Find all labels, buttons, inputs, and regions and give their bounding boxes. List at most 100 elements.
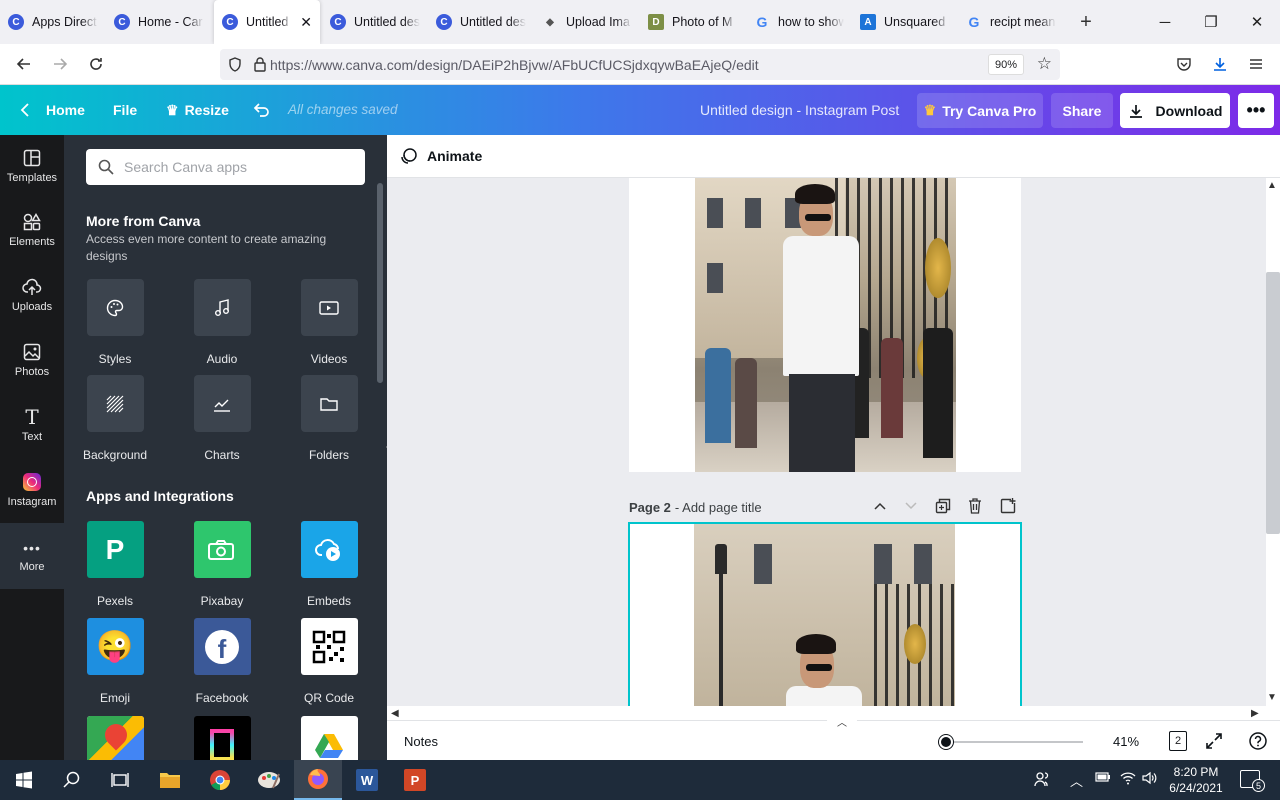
system-clock[interactable]: 8:20 PM 6/24/2021 bbox=[1163, 764, 1229, 796]
rail-item-more[interactable]: ••• More bbox=[0, 523, 64, 589]
page-1[interactable] bbox=[629, 178, 1021, 472]
browser-tab[interactable]: C Untitled des bbox=[428, 0, 534, 44]
rail-item-photos[interactable]: Photos bbox=[0, 329, 64, 391]
close-window-button[interactable]: ✕ bbox=[1234, 0, 1280, 44]
hamburger-menu-icon[interactable] bbox=[1238, 48, 1274, 80]
apps-search[interactable] bbox=[86, 149, 365, 185]
app-tile-qr-code[interactable]: QR Code bbox=[284, 618, 374, 705]
search-input[interactable] bbox=[124, 159, 354, 175]
firefox-button[interactable] bbox=[294, 760, 342, 800]
resize-button[interactable]: ♛ Resize bbox=[166, 85, 229, 135]
word-button[interactable]: W bbox=[343, 760, 391, 800]
zoom-value[interactable]: 41% bbox=[1113, 734, 1139, 749]
lock-icon[interactable] bbox=[254, 57, 266, 72]
undo-button[interactable] bbox=[252, 85, 270, 135]
shield-icon[interactable] bbox=[228, 57, 242, 72]
add-page-icon[interactable] bbox=[998, 496, 1018, 516]
address-bar[interactable]: https://www.canva.com/design/DAEiP2hBjvw… bbox=[220, 49, 1060, 80]
people-icon[interactable] bbox=[1034, 771, 1050, 790]
fullscreen-icon[interactable] bbox=[1205, 732, 1223, 753]
rail-item-instagram[interactable]: Instagram bbox=[0, 459, 64, 521]
page-count-button[interactable]: 2 bbox=[1169, 731, 1187, 751]
scroll-up-arrow-icon[interactable]: ▲ bbox=[1267, 180, 1277, 191]
search-taskbar-button[interactable] bbox=[48, 760, 96, 800]
browser-tab[interactable]: A Unsquared I bbox=[852, 0, 958, 44]
app-tile-google-drive[interactable] bbox=[284, 716, 374, 760]
browser-tab[interactable]: G how to show bbox=[746, 0, 852, 44]
scroll-down-arrow-icon[interactable]: ▼ bbox=[1267, 692, 1277, 703]
browser-zoom-badge[interactable]: 90% bbox=[987, 54, 1024, 75]
app-tile-embeds[interactable]: Embeds bbox=[284, 521, 374, 608]
restore-window-button[interactable]: ❐ bbox=[1188, 0, 1234, 44]
duplicate-page-icon[interactable] bbox=[933, 496, 953, 516]
browser-tab[interactable]: C Untitled des bbox=[322, 0, 428, 44]
rail-item-elements[interactable]: Elements bbox=[0, 199, 64, 261]
scroll-right-arrow-icon[interactable]: ▶ bbox=[1251, 708, 1259, 719]
new-tab-button[interactable]: + bbox=[1068, 4, 1104, 40]
url-text[interactable]: https://www.canva.com/design/DAEiP2hBjvw… bbox=[270, 57, 759, 73]
page-2-photo[interactable] bbox=[694, 524, 955, 706]
file-menu-button[interactable]: File bbox=[113, 85, 137, 135]
more-tile-background[interactable]: Background bbox=[70, 375, 160, 462]
browser-tab[interactable]: C Apps Direct bbox=[0, 0, 106, 44]
share-button[interactable]: Share bbox=[1051, 93, 1113, 128]
reload-button[interactable] bbox=[78, 48, 114, 80]
browser-tab-active[interactable]: C Untitled d ✕ bbox=[214, 0, 320, 44]
move-page-up-icon[interactable] bbox=[870, 496, 890, 516]
battery-icon[interactable] bbox=[1095, 771, 1111, 786]
home-button[interactable]: Home bbox=[20, 85, 85, 135]
page-1-photo[interactable] bbox=[695, 178, 956, 472]
download-button[interactable]: Download bbox=[1120, 93, 1230, 128]
wifi-icon[interactable] bbox=[1120, 771, 1136, 788]
paint-app-button[interactable] bbox=[245, 760, 293, 800]
zoom-slider-knob[interactable] bbox=[938, 735, 953, 749]
bookmark-star-icon[interactable]: ☆ bbox=[1037, 54, 1052, 74]
more-tile-audio[interactable]: Audio bbox=[177, 279, 267, 366]
volume-icon[interactable] bbox=[1142, 771, 1158, 788]
vertical-scroll-thumb[interactable] bbox=[1266, 272, 1280, 534]
action-center-icon[interactable]: 5 bbox=[1240, 770, 1265, 792]
notes-button[interactable]: Notes bbox=[404, 734, 438, 749]
rail-item-uploads[interactable]: Uploads bbox=[0, 264, 64, 326]
more-tile-videos[interactable]: Videos bbox=[284, 279, 374, 366]
chrome-button[interactable] bbox=[196, 760, 244, 800]
app-tile-bitmoji[interactable] bbox=[177, 716, 267, 760]
animate-button[interactable]: Animate bbox=[427, 148, 482, 164]
close-tab-icon[interactable]: ✕ bbox=[300, 14, 312, 31]
forward-button[interactable] bbox=[42, 48, 78, 80]
panel-scrollbar[interactable] bbox=[377, 183, 383, 383]
document-title[interactable]: Untitled design - Instagram Post bbox=[700, 102, 899, 118]
back-button[interactable] bbox=[6, 48, 42, 80]
move-page-down-icon[interactable] bbox=[901, 496, 921, 516]
zoom-slider-track[interactable] bbox=[940, 741, 1083, 743]
more-options-button[interactable]: ••• bbox=[1238, 93, 1274, 128]
show-hidden-icons-chevron-icon[interactable]: ︿ bbox=[1070, 771, 1083, 790]
minimize-window-button[interactable]: ─ bbox=[1142, 0, 1188, 44]
rail-item-text[interactable]: T Text bbox=[0, 394, 64, 456]
more-tile-folders[interactable]: Folders bbox=[284, 375, 374, 462]
more-tile-styles[interactable]: Styles bbox=[70, 279, 160, 366]
file-explorer-button[interactable] bbox=[146, 760, 194, 800]
app-tile-pexels[interactable]: P Pexels bbox=[70, 521, 160, 608]
pocket-icon[interactable] bbox=[1166, 48, 1202, 80]
help-icon[interactable] bbox=[1249, 732, 1267, 753]
start-button[interactable] bbox=[0, 760, 48, 800]
browser-tab[interactable]: ◆ Upload Ima bbox=[534, 0, 640, 44]
downloads-icon[interactable] bbox=[1202, 48, 1238, 80]
browser-tab[interactable]: C Home - Car bbox=[106, 0, 212, 44]
delete-page-icon[interactable] bbox=[965, 496, 985, 516]
try-canva-pro-button[interactable]: ♛ Try Canva Pro bbox=[917, 93, 1043, 128]
browser-tab[interactable]: G recipt mean bbox=[958, 0, 1064, 44]
app-tile-google-maps[interactable] bbox=[70, 716, 160, 760]
more-tile-charts[interactable]: Charts bbox=[177, 375, 267, 462]
app-tile-facebook[interactable]: f Facebook bbox=[177, 618, 267, 705]
scroll-left-arrow-icon[interactable]: ◀ bbox=[391, 708, 399, 719]
app-tile-pixabay[interactable]: Pixabay bbox=[177, 521, 267, 608]
rail-item-templates[interactable]: Templates bbox=[0, 135, 64, 197]
page-title-input[interactable]: - Add page title bbox=[675, 500, 762, 515]
page-2[interactable] bbox=[628, 522, 1022, 706]
expand-pages-chevron-icon[interactable]: ︿ bbox=[827, 714, 857, 729]
task-view-button[interactable] bbox=[96, 760, 144, 800]
app-tile-emoji[interactable]: 😜 Emoji bbox=[70, 618, 160, 705]
browser-tab[interactable]: D Photo of M bbox=[640, 0, 746, 44]
